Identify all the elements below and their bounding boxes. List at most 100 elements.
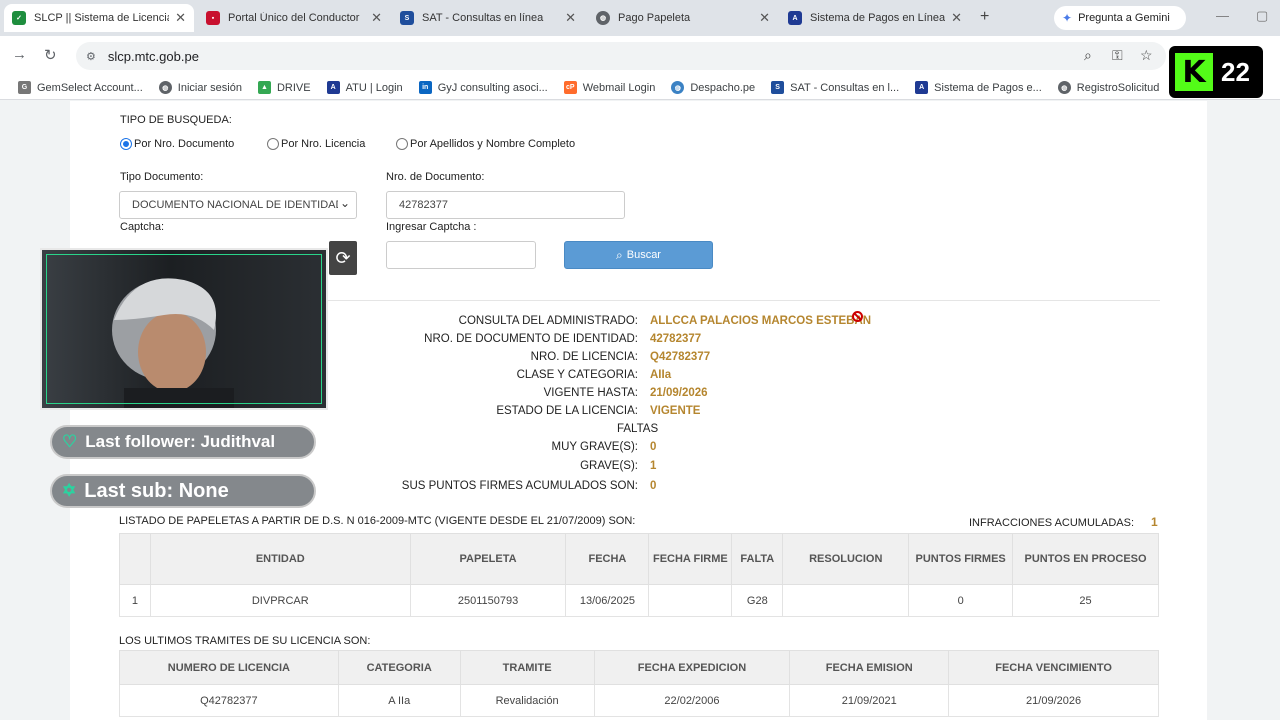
buscar-button[interactable]: ⌕ Buscar [564,241,713,269]
refresh-captcha-icon[interactable]: ⟳ [329,241,357,275]
tipo-documento-value: DOCUMENTO NACIONAL DE IDENTIDAD [132,199,338,211]
bookmark-sat[interactable]: S SAT - Consultas en l... [771,81,899,94]
tab-strip: ✓ SLCP || Sistema de Licencias ✕ ▪ Porta… [0,0,1280,36]
zoom-icon[interactable]: ⌕ [1084,47,1092,64]
info-row-consulta: CONSULTA DEL ADMINISTRADO: [320,315,638,331]
bookmark-iniciar-sesion[interactable]: ◍ Iniciar sesión [158,81,242,94]
address-bar[interactable]: ⚙ slcp.mtc.gob.pe [76,42,1166,70]
table-row: 1 DIVPRCAR 2501150793 13/06/2025 G28 0 2… [119,584,1159,617]
bookmark-gemselect[interactable]: G GemSelect Account... [18,81,143,94]
table-header-row: ENTIDAD PAPELETA FECHA FECHA FIRME FALTA… [119,533,1159,585]
bookmark-label: Webmail Login [582,81,656,94]
bookmark-atu-login[interactable]: A ATU | Login [326,81,403,94]
tab-title: Pago Papeleta [618,12,691,24]
atu-logo-icon: A [326,81,340,94]
bookmark-sistema-pagos[interactable]: A Sistema de Pagos e... [915,81,1042,94]
last-follower-text: Last follower: Judithval [85,432,276,451]
table-cell [648,584,733,617]
info-value-documento: 42782377 [650,333,702,345]
column-header: FECHA VENCIMIENTO [948,650,1159,685]
infracciones-value: 1 [1151,515,1158,529]
tramites-table: NUMERO DE LICENCIA CATEGORIA TRAMITE FEC… [119,650,1159,717]
bookmark-star-icon[interactable]: ☆ [1140,47,1153,64]
table-cell: 2501150793 [409,584,567,617]
radio-por-documento[interactable]: Por Nro. Documento [120,138,234,150]
table-cell: 13/06/2025 [565,584,650,617]
table-cell: 21/09/2021 [789,684,950,717]
info-key: CLASE Y CATEGORIA: [516,369,638,381]
info-row-grave: GRAVE(S): [320,460,638,476]
radio-por-licencia[interactable]: Por Nro. Licencia [267,138,365,150]
table-cell: DIVPRCAR [149,584,411,617]
info-value-grave: 1 [650,460,657,472]
column-header: CATEGORIA [337,650,461,685]
radio-por-apellidos[interactable]: Por Apellidos y Nombre Completo [396,138,575,150]
heart-icon: ♡ [62,432,78,451]
divider [320,300,1160,301]
atu-logo-icon: A [788,11,802,25]
cpanel-icon: cP [563,81,577,94]
close-icon[interactable]: ✕ [371,10,382,26]
bookmark-label: SAT - Consultas en l... [790,81,900,94]
column-header: FECHA EXPEDICION [593,650,791,685]
kick-badge: K 22 [1169,46,1263,98]
globe-icon: ◍ [671,81,685,94]
tipo-documento-select[interactable]: DOCUMENTO NACIONAL DE IDENTIDAD [119,191,357,219]
table-cell: 22/02/2006 [593,684,791,717]
captcha-input[interactable] [386,241,536,269]
bookmark-label: Despacho.pe [690,81,756,94]
key-icon[interactable]: ⚿ [1112,47,1123,64]
bookmark-webmail[interactable]: cP Webmail Login [563,81,656,94]
column-header: PUNTOS FIRMES [908,533,1014,585]
column-header: FECHA [565,533,650,585]
tramites-title: LOS ULTIMOS TRAMITES DE SU LICENCIA SON: [119,635,371,647]
kick-logo-icon: K [1175,53,1213,91]
bookmark-despacho[interactable]: ◍ Despacho.pe [671,81,755,94]
tab-pago-papeleta[interactable]: ◍ Pago Papeleta ✕ [588,4,778,32]
column-header: FALTA [731,533,784,585]
radio-dot[interactable] [267,138,279,150]
bookmark-drive[interactable]: ▲ DRIVE [257,81,311,94]
papeletas-table: ENTIDAD PAPELETA FECHA FECHA FIRME FALTA… [119,533,1159,617]
tab-sat[interactable]: S SAT - Consultas en línea ✕ [392,4,584,32]
tab-portal-conductor[interactable]: ▪ Portal Único del Conductor ✕ [198,4,390,32]
not-allowed-cursor-icon [852,311,863,322]
tab-title: SLCP || Sistema de Licencias [34,12,170,24]
radio-dot[interactable] [120,138,132,150]
gemini-button[interactable]: ✦ Pregunta a Gemini [1054,6,1186,30]
flag-peru-icon: ▪ [206,11,220,25]
info-key: CONSULTA DEL ADMINISTRADO: [458,315,638,327]
maximize-icon[interactable]: ▢ [1256,8,1268,24]
column-header [119,533,151,585]
new-tab-button[interactable]: + [980,8,989,26]
close-icon[interactable]: ✕ [175,10,186,26]
close-icon[interactable]: ✕ [951,10,962,26]
column-header: ENTIDAD [149,533,411,585]
column-header: NUMERO DE LICENCIA [119,650,339,685]
close-icon[interactable]: ✕ [759,10,770,26]
tab-sistema-pagos[interactable]: A Sistema de Pagos en Línea ✕ [780,4,970,32]
reload-icon[interactable]: ↻ [44,46,57,64]
bookmark-gyj[interactable]: in GyJ consulting asoci... [418,81,548,94]
bookmark-label: DRIVE [276,81,311,94]
webcam-overlay [40,248,328,410]
bookmark-label: Sistema de Pagos e... [934,81,1042,94]
nro-documento-input[interactable]: 42782377 [386,191,625,219]
tipo-documento-label: Tipo Documento: [120,171,204,183]
bookmark-label: RegistroSolicitud [1076,81,1160,94]
tab-slcp[interactable]: ✓ SLCP || Sistema de Licencias ✕ [4,4,194,32]
close-icon[interactable]: ✕ [565,10,576,26]
info-value-estado: VIGENTE [650,405,701,417]
bookmark-label: GemSelect Account... [37,81,143,94]
bookmark-label: Iniciar sesión [177,81,242,94]
info-value-licencia: Q42782377 [650,351,711,363]
minimize-icon[interactable]: — [1216,8,1229,23]
linkedin-icon: in [418,81,432,94]
site-settings-icon[interactable]: ⚙ [86,50,96,63]
buscar-label: Buscar [626,249,661,261]
bookmark-registro[interactable]: ◍ RegistroSolicitud [1057,81,1160,94]
forward-arrow-icon[interactable]: → [12,46,27,63]
drive-icon: ▲ [257,81,271,94]
info-row-licencia: NRO. DE LICENCIA: [320,351,638,367]
radio-dot[interactable] [396,138,408,150]
